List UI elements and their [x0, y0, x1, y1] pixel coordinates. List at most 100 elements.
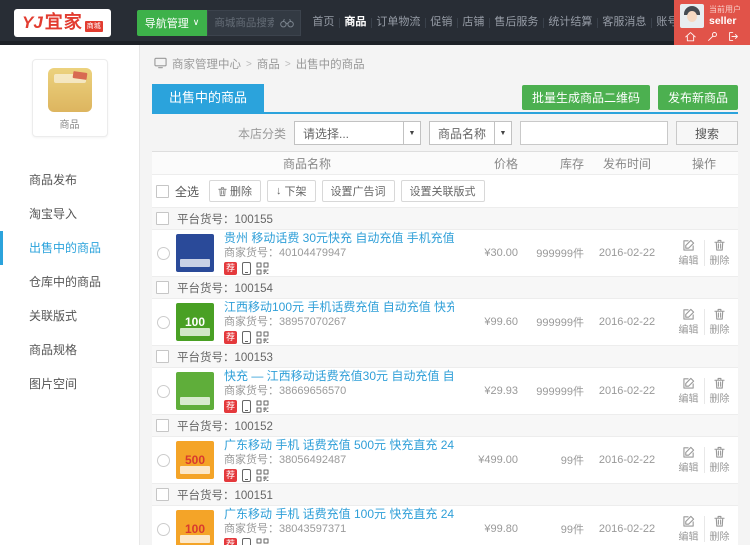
mobile-preview-icon[interactable] — [242, 399, 251, 413]
edit-pencil-icon — [682, 308, 694, 320]
breadcrumb-item[interactable]: 商家管理中心 — [172, 56, 241, 72]
qrcode-icon[interactable] — [256, 469, 269, 482]
product-date: 2016-02-22 — [598, 247, 656, 259]
product-radio[interactable] — [157, 453, 170, 467]
mobile-preview-icon[interactable] — [242, 261, 251, 275]
qrcode-icon[interactable] — [256, 331, 269, 344]
product-mini-icons: 荐 — [224, 399, 454, 414]
breadcrumb-item[interactable]: 出售中的商品 — [296, 56, 365, 72]
settings-wrench-icon[interactable] — [707, 31, 718, 42]
product-title-link[interactable]: 快充 — 江西移动话费充值30元 自动充值 自动发货 即时到账 — [224, 369, 454, 384]
select-all-checkbox[interactable] — [156, 184, 169, 198]
delete-row-button[interactable]: 删除 — [705, 446, 735, 474]
product-group: 平台货号：100153 快充 — 江西移动话费充值30元 自动充值 自动发货 即… — [152, 345, 738, 414]
group-checkbox[interactable] — [156, 350, 169, 363]
nav-manage-label: 导航管理 — [144, 17, 189, 30]
sidebar-item[interactable]: 仓库中的商品 — [0, 265, 139, 299]
edit-pencil-icon — [682, 239, 694, 251]
product-radio[interactable] — [157, 246, 170, 260]
sidebar-item[interactable]: 商品发布 — [0, 163, 139, 197]
product-thumbnail[interactable]: 100 — [176, 303, 214, 341]
nav-item[interactable]: 订单物流 — [371, 2, 424, 43]
product-thumbnail[interactable] — [176, 372, 214, 410]
keyword-input[interactable] — [520, 121, 668, 145]
trash-icon — [714, 308, 725, 320]
qrcode-icon[interactable] — [256, 262, 269, 275]
nav-item[interactable]: 统计结算 — [543, 2, 596, 43]
home-icon[interactable] — [685, 31, 696, 42]
product-actions: 编辑 删除 — [670, 308, 738, 336]
filter-row: 本店分类 请选择... ▼ 商品名称 ▼ 搜索 — [152, 121, 738, 145]
ad-words-button[interactable]: 设置广告词 — [321, 180, 395, 202]
nav-item[interactable]: 客服消息 — [597, 2, 650, 43]
merchant-sku: 商家货号：38056492487 — [224, 453, 347, 466]
nav-manage-button[interactable]: 导航管理 ∨ — [136, 9, 208, 36]
delete-row-button[interactable]: 删除 — [705, 377, 735, 405]
nav-item[interactable]: 首页 — [308, 2, 338, 43]
sidebar-item[interactable]: 出售中的商品 — [0, 231, 139, 265]
batch-delete-label: 删除 — [230, 186, 253, 198]
nav-item[interactable]: 售后服务 — [489, 2, 542, 43]
nav-item[interactable]: 促销 — [425, 2, 456, 43]
user-name: seller — [709, 15, 737, 27]
tab-underline — [152, 112, 738, 114]
product-radio[interactable] — [157, 384, 170, 398]
product-radio[interactable] — [157, 315, 170, 329]
search-input[interactable] — [208, 16, 275, 29]
site-logo[interactable]: YJ 宜家 商城 — [14, 8, 111, 37]
edit-button[interactable]: 编辑 — [674, 446, 704, 474]
nav-item[interactable]: 店铺 — [457, 2, 488, 43]
sidebar-item[interactable]: 淘宝导入 — [0, 197, 139, 231]
product-title-link[interactable]: 广东移动 手机 话费充值 100元 快充直充 24小时自动充即时到账 — [224, 507, 454, 522]
recommend-badge-icon: 荐 — [224, 537, 237, 545]
relate-layout-button[interactable]: 设置关联版式 — [400, 180, 485, 202]
search-button[interactable]: 搜索 — [676, 121, 738, 145]
logout-icon[interactable] — [728, 31, 739, 42]
group-checkbox[interactable] — [156, 212, 169, 225]
search-binoculars-icon[interactable] — [274, 18, 300, 28]
delete-row-button[interactable]: 删除 — [705, 308, 735, 336]
sidebar-item[interactable]: 关联版式 — [0, 299, 139, 333]
tab-selling-goods[interactable]: 出售中的商品 — [152, 84, 265, 112]
breadcrumb-item[interactable]: 商品 — [257, 56, 280, 72]
delete-row-button[interactable]: 删除 — [705, 515, 735, 543]
product-radio[interactable] — [157, 522, 170, 536]
mobile-preview-icon[interactable] — [242, 468, 251, 482]
qrcode-icon[interactable] — [256, 538, 269, 545]
publish-goods-button[interactable]: 发布新商品 — [657, 85, 738, 110]
trash-icon — [714, 239, 725, 251]
search-field-select[interactable]: 商品名称 ▼ — [428, 121, 512, 145]
select-all-label: 全选 — [175, 184, 200, 199]
header-search-box[interactable] — [207, 9, 302, 36]
sidebar-item[interactable]: 商品规格 — [0, 333, 139, 367]
product-thumbnail[interactable]: 500 — [176, 441, 214, 479]
product-thumbnail[interactable]: 100 — [176, 510, 214, 545]
product-title-link[interactable]: 江西移动100元 手机话费充值 自动充值 快充 即时到账 充值卡 — [224, 300, 454, 315]
product-thumbnail[interactable] — [176, 234, 214, 272]
qrcode-icon[interactable] — [256, 400, 269, 413]
product-actions: 编辑 删除 — [670, 446, 738, 474]
merchant-sku: 商家货号：40104479947 — [224, 246, 347, 259]
group-checkbox[interactable] — [156, 419, 169, 432]
edit-button[interactable]: 编辑 — [674, 515, 704, 543]
batch-qrcode-button[interactable]: 批量生成商品二维码 — [521, 85, 650, 110]
group-checkbox[interactable] — [156, 488, 169, 501]
product-price: ¥30.00 — [484, 247, 518, 259]
mobile-preview-icon[interactable] — [242, 330, 251, 344]
edit-button[interactable]: 编辑 — [674, 239, 704, 267]
sidebar-item[interactable]: 图片空间 — [0, 367, 139, 401]
nav-item[interactable]: 商品 — [339, 2, 370, 43]
batch-delete-button[interactable]: 删除 — [209, 180, 262, 202]
mobile-preview-icon[interactable] — [242, 537, 251, 545]
edit-button[interactable]: 编辑 — [674, 377, 704, 405]
goods-module-card[interactable]: 商品 — [31, 59, 108, 137]
delete-label: 删除 — [709, 463, 730, 474]
delete-row-button[interactable]: 删除 — [705, 239, 735, 267]
edit-button[interactable]: 编辑 — [674, 308, 704, 336]
product-title-link[interactable]: 贵州 移动话费 30元快充 自动充值 手机充值 即时到账 快充 — [224, 231, 454, 246]
category-select[interactable]: 请选择... ▼ — [293, 121, 421, 145]
edit-pencil-icon — [682, 377, 694, 389]
group-checkbox[interactable] — [156, 281, 169, 294]
product-title-link[interactable]: 广东移动 手机 话费充值 500元 快充直充 24小时自动充即时到账 — [224, 438, 454, 453]
offshelf-button[interactable]: ↓ 下架 — [267, 180, 316, 202]
